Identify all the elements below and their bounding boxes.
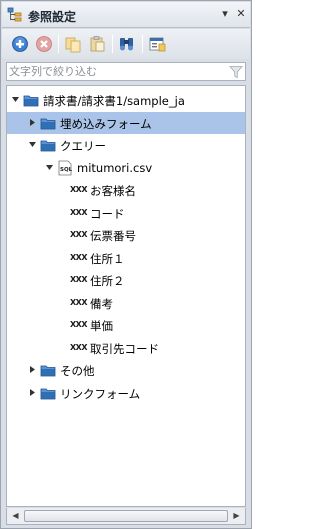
field-icon: XXX — [70, 342, 88, 352]
tree-node[interactable]: その他 — [7, 359, 245, 381]
field-icon: XXX — [70, 320, 88, 329]
expand-down-icon[interactable] — [45, 163, 54, 172]
toolbar-separator — [58, 35, 59, 53]
folder-icon — [40, 365, 56, 377]
toolbar-separator — [112, 35, 113, 53]
tree-node[interactable]: XXX 取引先コード — [7, 337, 245, 359]
paste-icon[interactable] — [88, 35, 106, 53]
filter-box — [6, 62, 246, 81]
tree-node[interactable]: XXX お客様名 — [7, 179, 245, 201]
reference-tree: 請求書/請求書1/sample_ja 埋め込みフォーム クエリー SQL mitumor… — [6, 85, 246, 507]
tree-node-label: 備考 — [90, 296, 113, 311]
tree-node-label: コード — [90, 206, 125, 221]
tree-node[interactable]: 埋め込みフォーム — [7, 111, 245, 134]
tree-node-label: クエリー — [60, 139, 106, 153]
panel-title-bar: 参照設定 ▾ ✕ — [2, 2, 250, 28]
scroll-left-button[interactable]: ◀ — [8, 509, 23, 523]
folder-icon — [40, 140, 56, 152]
folder-icon — [40, 388, 56, 399]
copy-icon[interactable] — [64, 35, 82, 53]
tree-node-label: 伝票番号 — [90, 229, 136, 243]
horizontal-scrollbar[interactable]: ◀ ▶ — [6, 508, 246, 525]
binoculars-icon[interactable] — [118, 35, 136, 53]
collapse-right-icon[interactable] — [28, 365, 37, 374]
reference-tree-icon — [7, 7, 22, 22]
field-icon: XXX — [70, 230, 88, 239]
toolbar-separator — [142, 35, 143, 53]
tree-node[interactable]: クエリー — [7, 134, 245, 156]
filter-input[interactable] — [9, 64, 219, 79]
folder-icon — [23, 95, 39, 107]
tree-node-label: 住所１ — [90, 251, 125, 266]
tree-node-label: 埋め込みフォーム — [60, 116, 152, 131]
folder-icon — [40, 118, 56, 129]
tree-node[interactable]: XXX 備考 — [7, 292, 245, 314]
toolbar — [2, 29, 250, 59]
collapse-right-icon[interactable] — [28, 118, 37, 127]
tree-node[interactable]: リンクフォーム — [7, 382, 245, 404]
tree-node-label: 住所２ — [90, 274, 125, 288]
scroll-right-button[interactable]: ▶ — [229, 509, 244, 523]
tree-node[interactable]: XXX 単価 — [7, 314, 245, 336]
field-icon: XXX — [70, 185, 88, 194]
tree-node[interactable]: XXX 住所１ — [7, 247, 245, 269]
tree-node-label: 取引先コード — [90, 341, 159, 356]
funnel-icon[interactable] — [229, 65, 243, 79]
tree-node-label: 単価 — [90, 319, 113, 333]
tree-node[interactable]: 請求書/請求書1/sample_ja — [7, 89, 245, 111]
properties-icon[interactable] — [148, 35, 166, 53]
tree-node-label: リンクフォーム — [60, 386, 141, 401]
reference-settings-panel: 参照設定 ▾ ✕ 文字列で絞り込む 請求書/請求書1/sample_ja 埋め込… — [0, 0, 252, 529]
pin-icon[interactable]: ▾ — [218, 7, 232, 21]
add-icon[interactable] — [11, 35, 29, 53]
panel-title: 参照設定 — [28, 10, 77, 24]
tree-node-label: mitumori.csv — [77, 160, 153, 175]
tree-node-label: その他 — [60, 364, 95, 378]
sql-file-icon: SQL — [58, 160, 73, 175]
expand-down-icon[interactable] — [28, 140, 37, 149]
tree-node[interactable]: XXX コード — [7, 202, 245, 224]
field-icon: XXX — [70, 207, 88, 217]
field-icon: XXX — [70, 297, 88, 307]
field-icon: XXX — [70, 275, 88, 284]
collapse-right-icon[interactable] — [28, 388, 37, 397]
close-icon[interactable]: ✕ — [234, 7, 248, 21]
tree-node[interactable]: XXX 住所２ — [7, 269, 245, 291]
tree-node-label: 請求書/請求書1/sample_ja — [43, 94, 185, 108]
remove-icon[interactable] — [35, 35, 53, 53]
expand-down-icon[interactable] — [11, 95, 20, 104]
tree-node[interactable]: XXX 伝票番号 — [7, 224, 245, 246]
tree-node-label: お客様名 — [90, 184, 136, 198]
tree-node[interactable]: SQL mitumori.csv — [7, 157, 245, 179]
scroll-thumb[interactable] — [24, 510, 228, 522]
svg-text:SQL: SQL — [60, 167, 73, 173]
field-icon: XXX — [70, 252, 88, 262]
